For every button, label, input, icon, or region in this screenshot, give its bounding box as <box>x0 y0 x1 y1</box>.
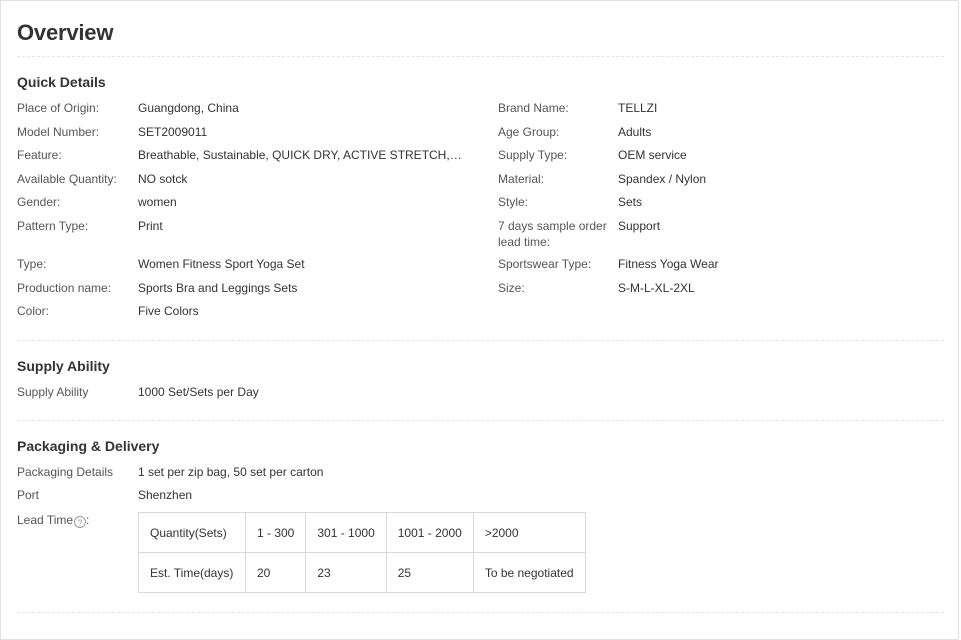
feature-label: Feature: <box>17 148 62 162</box>
place-of-origin-value: Guangdong, China <box>138 101 239 115</box>
supply-type-label: Supply Type: <box>498 148 568 162</box>
lead-time-label: Lead Time <box>17 513 74 527</box>
sportswear-type-label: Sportswear Type: <box>498 257 592 271</box>
packaging-details-value: 1 set per zip bag, 50 set per carton <box>138 465 324 479</box>
table-cell: 23 <box>305 552 387 593</box>
packaging-details-label: Packaging Details <box>17 465 114 479</box>
divider <box>17 612 944 613</box>
port-value: Shenzhen <box>138 488 193 502</box>
production-name-value: Sports Bra and Leggings Sets <box>138 281 298 295</box>
table-row: Quantity(Sets) 1 - 300 301 - 1000 1001 -… <box>138 512 586 553</box>
table-cell: 20 <box>244 552 307 593</box>
material-value: Spandex / Nylon <box>618 172 707 186</box>
type-label: Type: <box>17 257 47 271</box>
supply-ability-heading: Supply Ability <box>17 358 110 374</box>
table-cell: To be negotiated <box>472 552 586 593</box>
overview-panel: Overview Quick Details Place of Origin: … <box>0 0 959 640</box>
size-label: Size: <box>498 281 525 295</box>
divider <box>17 420 944 421</box>
brand-name-label: Brand Name: <box>498 101 569 115</box>
page-title: Overview <box>17 20 114 45</box>
packaging-delivery-heading: Packaging & Delivery <box>17 438 160 454</box>
port-label: Port <box>17 488 40 502</box>
lead-time-table: Quantity(Sets) 1 - 300 301 - 1000 1001 -… <box>138 512 586 593</box>
gender-label: Gender: <box>17 195 61 209</box>
quick-details-heading: Quick Details <box>17 74 106 90</box>
table-row: Est. Time(days) 20 23 25 To be negotiate… <box>138 552 586 593</box>
material-label: Material: <box>498 172 545 186</box>
table-cell: >2000 <box>472 512 586 553</box>
age-group-label: Age Group: <box>498 125 560 139</box>
sample-lead-time-label: 7 days sample order lead time: <box>498 219 607 249</box>
table-cell: Quantity(Sets) <box>138 512 246 553</box>
lead-time-label-group: Lead Time?: <box>17 512 89 528</box>
divider <box>17 340 944 341</box>
table-cell: 1001 - 2000 <box>385 512 474 553</box>
brand-name-value: TELLZI <box>618 101 658 115</box>
production-name-label: Production name: <box>17 281 112 295</box>
age-group-value: Adults <box>618 125 652 139</box>
table-cell: 1 - 300 <box>244 512 307 553</box>
model-number-value: SET2009011 <box>138 125 208 139</box>
sportswear-type-value: Fitness Yoga Wear <box>618 257 719 271</box>
table-cell: Est. Time(days) <box>138 552 246 593</box>
sample-lead-time-value: Support <box>618 219 661 233</box>
model-number-label: Model Number: <box>17 125 100 139</box>
question-circle-icon[interactable]: ? <box>74 516 87 528</box>
type-value: Women Fitness Sport Yoga Set <box>138 257 305 271</box>
color-label: Color: <box>17 304 50 318</box>
pattern-type-value: Print <box>138 219 163 233</box>
divider <box>17 56 944 57</box>
available-quantity-label: Available Quantity: <box>17 172 117 186</box>
lead-time-colon: : <box>86 513 90 527</box>
supply-ability-value: 1000 Set/Sets per Day <box>138 385 259 399</box>
pattern-type-label: Pattern Type: <box>17 219 89 233</box>
feature-value: Breathable, Sustainable, QUICK DRY, ACTI… <box>138 148 463 162</box>
table-cell: 25 <box>385 552 474 593</box>
available-quantity-value: NO sotck <box>138 172 188 186</box>
style-label: Style: <box>498 195 529 209</box>
place-of-origin-label: Place of Origin: <box>17 101 100 115</box>
gender-value: women <box>138 195 177 209</box>
size-value: S-M-L-XL-2XL <box>618 281 695 295</box>
supply-ability-label: Supply Ability <box>17 385 89 399</box>
color-value: Five Colors <box>138 304 199 318</box>
supply-type-value: OEM service <box>618 148 687 162</box>
table-cell: 301 - 1000 <box>305 512 387 553</box>
style-value: Sets <box>618 195 643 209</box>
